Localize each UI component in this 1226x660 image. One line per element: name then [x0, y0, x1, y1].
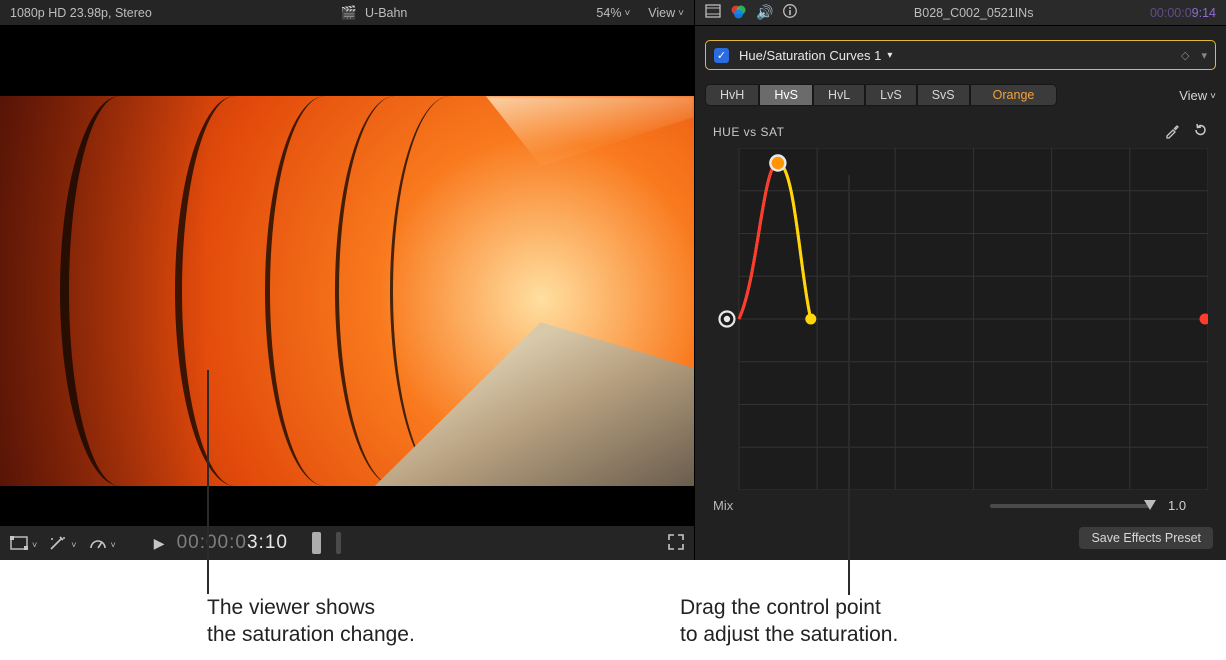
timecode-bright: 3:10: [247, 532, 288, 553]
clapperboard-icon: 🎬: [341, 5, 357, 21]
retime-tool-dropdown[interactable]: [49, 535, 76, 551]
effect-name-dropdown[interactable]: Hue/Saturation Curves 1 ▾: [739, 48, 1171, 63]
tab-hvl[interactable]: HvL: [813, 84, 865, 106]
caption-viewer: The viewer shows the saturation change.: [207, 594, 415, 649]
tab-hvs[interactable]: HvS: [759, 84, 813, 106]
mix-slider[interactable]: [990, 504, 1150, 508]
tab-lvs[interactable]: LvS: [865, 84, 917, 106]
control-point-yellow[interactable]: [805, 314, 816, 325]
speed-tool-dropdown[interactable]: [89, 535, 116, 551]
inspector-clip-name: B028_C002_0521INs: [914, 6, 1034, 20]
curve-graph[interactable]: [713, 148, 1208, 490]
inspector-topbar: 🔊 B028_C002_0521INs 00:00:09:14: [695, 0, 1226, 26]
tab-hvh[interactable]: HvH: [705, 84, 759, 106]
callout-line-curve: [848, 175, 850, 595]
effect-title-row[interactable]: ✓ Hue/Saturation Curves 1 ▾ ◇ ▾: [705, 40, 1216, 70]
eyedropper-button[interactable]: [1164, 123, 1180, 142]
mix-label: Mix: [713, 498, 773, 513]
control-point-orange[interactable]: [770, 156, 785, 171]
zoom-dropdown[interactable]: 54%: [596, 6, 630, 20]
timecode-dim: 00:00:0: [177, 532, 247, 553]
curve-header: HUE vs SAT: [713, 122, 1208, 142]
tab-orange[interactable]: Orange: [970, 84, 1058, 106]
mix-value[interactable]: 1.0: [1168, 498, 1208, 513]
save-effects-preset-button[interactable]: Save Effects Preset: [1078, 526, 1214, 550]
viewer-bottombar: ▶ 00:00:03:10: [0, 526, 694, 560]
crop-icon: [10, 536, 28, 550]
keyframe-icon[interactable]: ◇: [1181, 49, 1189, 62]
play-button[interactable]: ▶: [154, 535, 165, 552]
effect-options-chevron-icon[interactable]: ▾: [1201, 49, 1207, 62]
inspector-pane: 🔊 B028_C002_0521INs 00:00:09:14 ✓ Hue/Sa…: [694, 0, 1226, 560]
tab-svs[interactable]: SvS: [917, 84, 970, 106]
effect-enable-checkbox[interactable]: ✓: [714, 48, 729, 63]
viewer-pane: 1080p HD 23.98p, Stereo 🎬 U-Bahn 54% Vie…: [0, 0, 694, 560]
audio-meter-l: [312, 532, 321, 554]
transform-tool-dropdown[interactable]: [10, 535, 37, 551]
clip-name: U-Bahn: [365, 6, 407, 20]
color-inspector-tab-icon[interactable]: [731, 4, 746, 22]
reset-icon: [1192, 122, 1208, 138]
audio-inspector-tab-icon[interactable]: 🔊: [756, 4, 773, 21]
reset-button[interactable]: [1192, 122, 1208, 142]
inspector-timecode: 00:00:09:14: [1150, 6, 1216, 20]
viewer-timecode[interactable]: 00:00:03:10: [177, 532, 288, 554]
info-inspector-tab-icon[interactable]: [783, 4, 797, 21]
control-point-start[interactable]: [719, 312, 734, 327]
mix-row: Mix 1.0: [713, 498, 1208, 513]
clip-format-label: 1080p HD 23.98p, Stereo: [10, 6, 152, 20]
fullscreen-icon: [668, 534, 684, 550]
fullscreen-button[interactable]: [668, 534, 684, 553]
mix-slider-thumb[interactable]: [1144, 500, 1156, 510]
viewer-canvas[interactable]: [0, 26, 694, 526]
viewer-topbar: 1080p HD 23.98p, Stereo 🎬 U-Bahn 54% Vie…: [0, 0, 694, 26]
enhance-icon: [49, 535, 67, 551]
curve-title: HUE vs SAT: [713, 125, 784, 139]
viewer-image: [0, 96, 694, 486]
curve-tabs: HvH HvS HvL LvS SvS Orange View: [705, 84, 1216, 106]
video-inspector-tab-icon[interactable]: [705, 4, 721, 21]
caption-curve: Drag the control point to adjust the sat…: [680, 594, 898, 649]
app-window: 1080p HD 23.98p, Stereo 🎬 U-Bahn 54% Vie…: [0, 0, 1226, 560]
gauge-icon: [89, 535, 107, 551]
eyedropper-icon: [1164, 123, 1180, 139]
view-dropdown[interactable]: View: [648, 6, 684, 20]
inspector-view-dropdown[interactable]: View: [1179, 88, 1216, 103]
audio-meter-r: [336, 532, 341, 554]
annotations-area: The viewer shows the saturation change. …: [0, 560, 1226, 660]
